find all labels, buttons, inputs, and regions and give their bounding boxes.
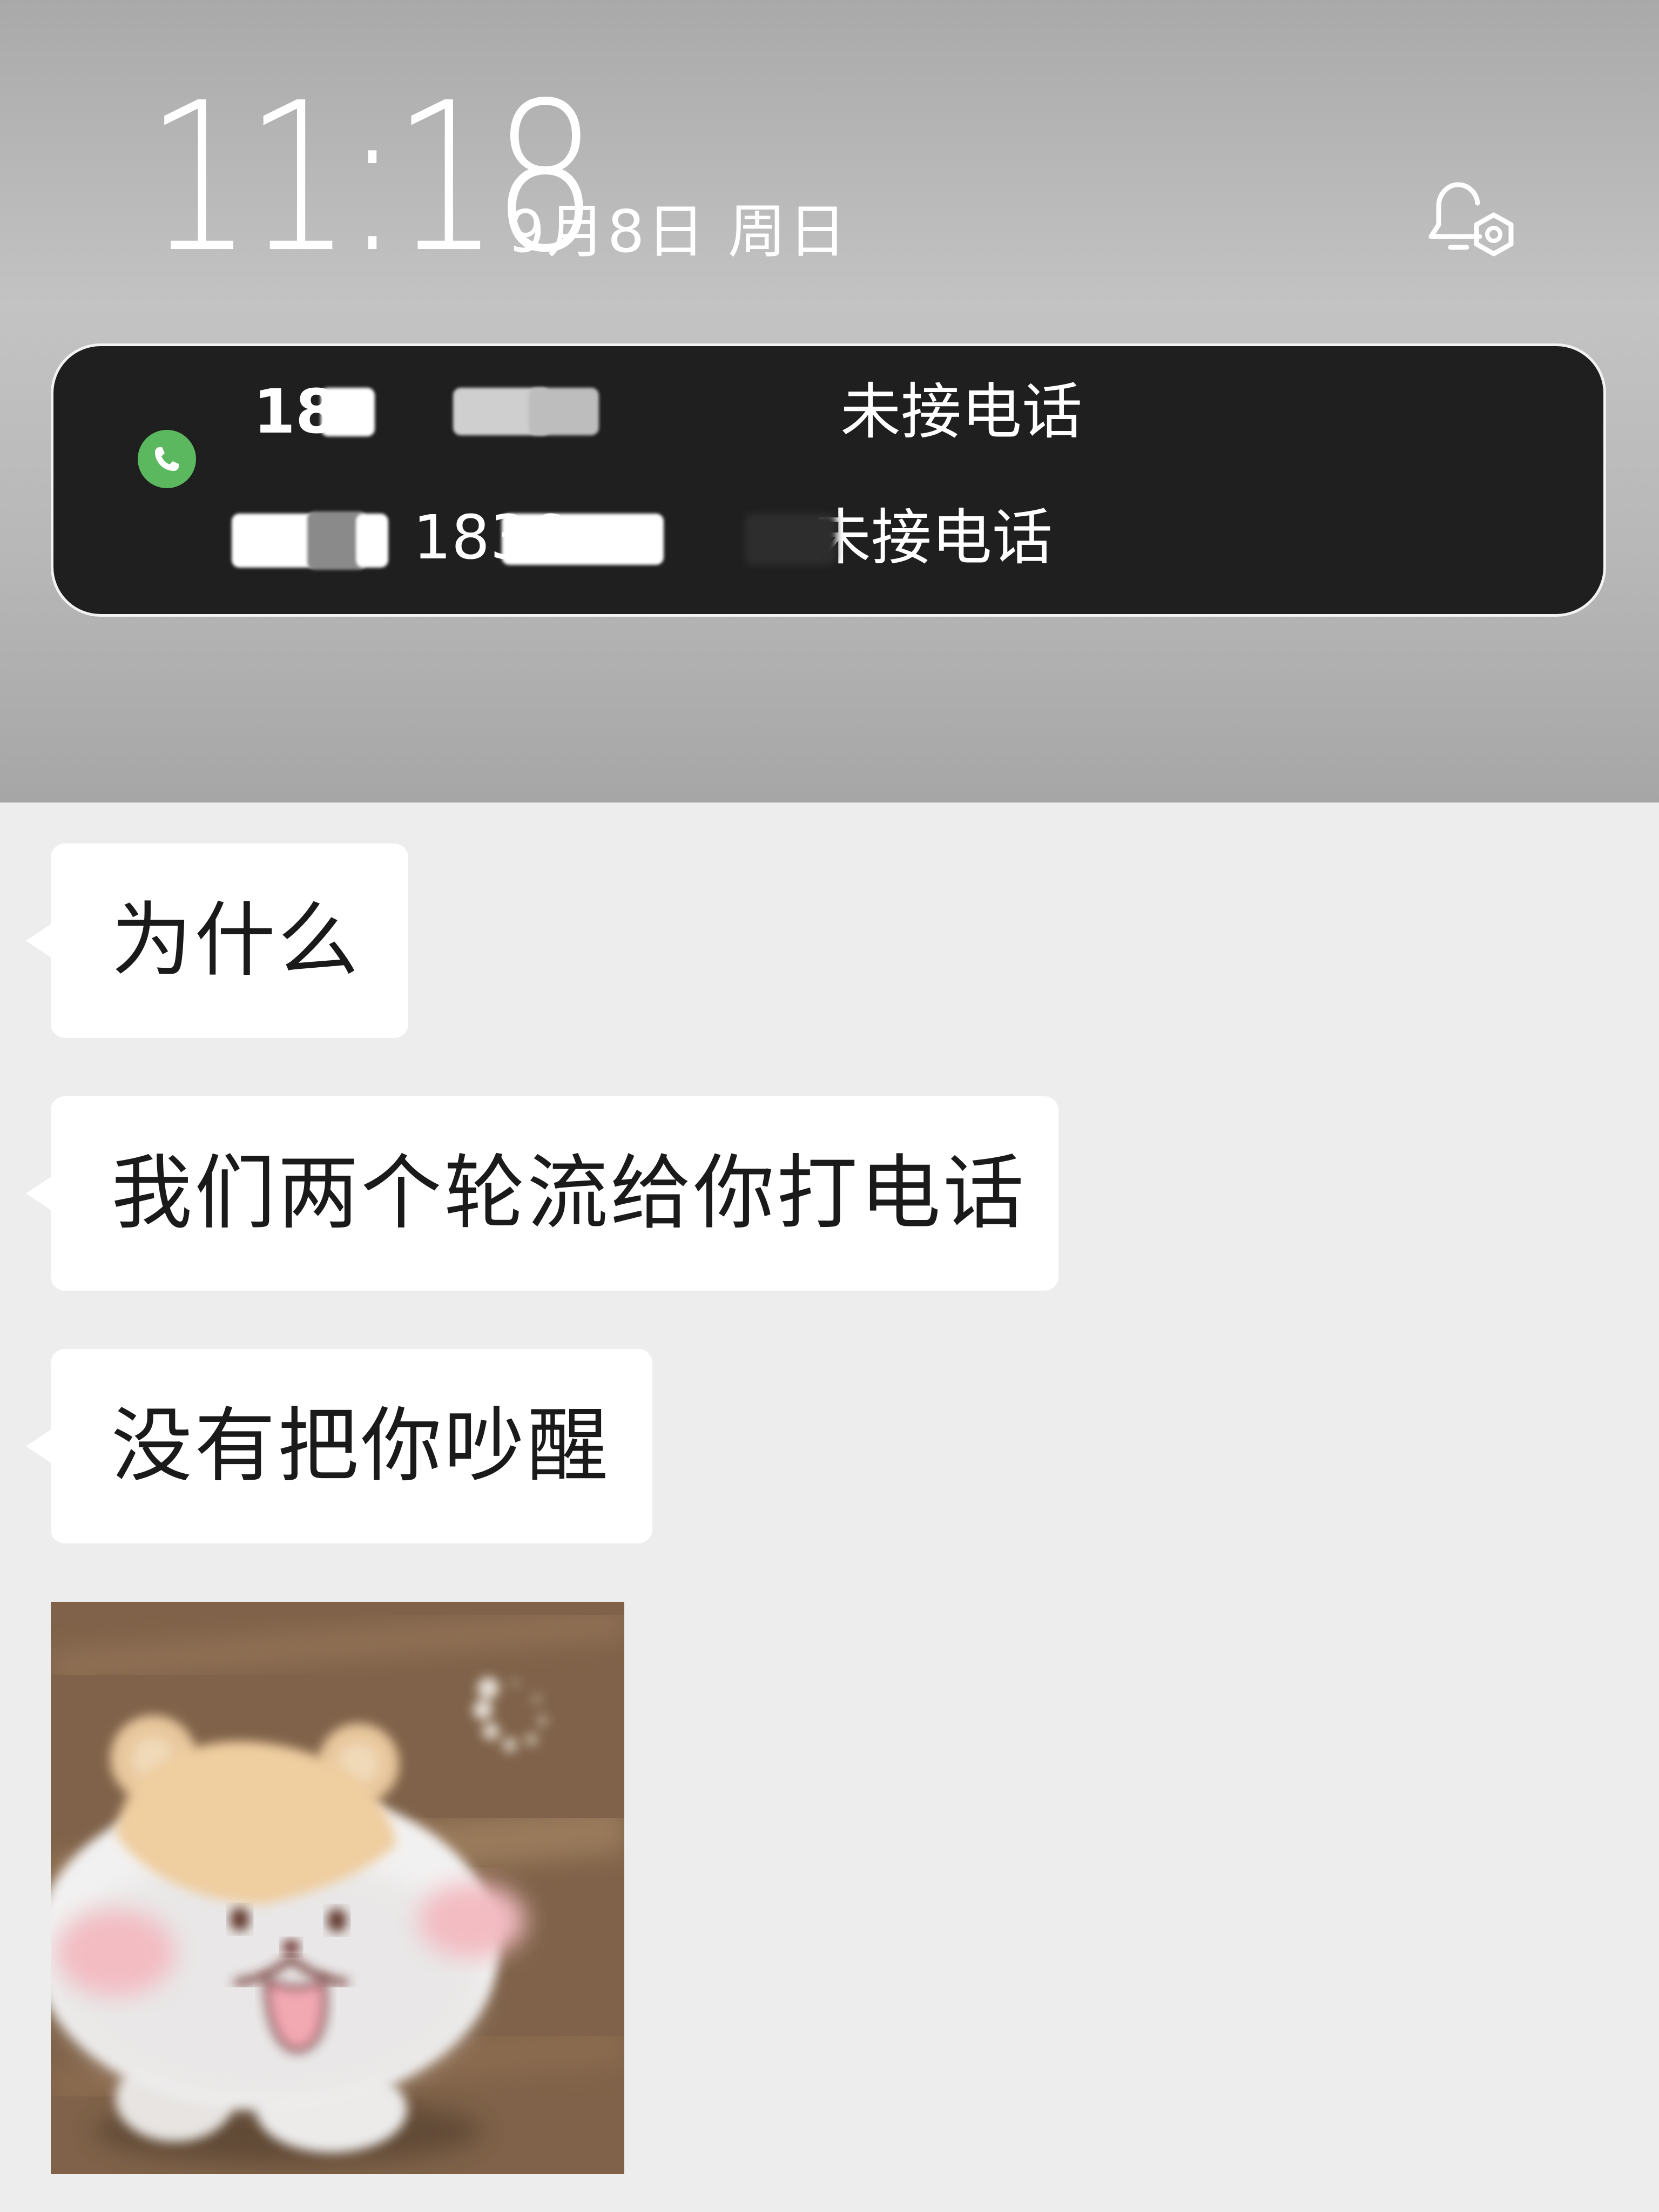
chat-message-bubble[interactable]: 为什么 [26, 844, 408, 1038]
redaction-block [321, 388, 375, 436]
redaction-block [502, 514, 664, 565]
chat-message-text: 我们两个轮流给你打电话 [111, 1147, 1027, 1240]
sticker-image[interactable] [51, 1602, 624, 2174]
call-status: 未接电话 [840, 377, 1083, 447]
chat-message-bubble[interactable]: 我们两个轮流给你打电话 [26, 1096, 1058, 1291]
call-status: 未接电话 [810, 503, 1053, 573]
notification-row: 1836 未接电话 [232, 503, 1053, 573]
chat-message-bubble[interactable]: 没有把你吵醒 [26, 1349, 652, 1543]
chat-message-text: 为什么 [111, 894, 361, 988]
bell-settings-icon[interactable] [1420, 173, 1523, 275]
notification-row: 18 未接电话 [253, 377, 1082, 447]
chat-message-text: 没有把你吵醒 [111, 1399, 611, 1493]
redaction-block [356, 514, 388, 568]
redaction-block [745, 514, 837, 565]
lock-screen-date: 9月8日 周日 [508, 198, 849, 266]
lock-screen-header: 11:18 9月8日 周日 18 未接电话 1836 未接电话 [0, 0, 1659, 802]
missed-call-notification[interactable]: 18 未接电话 1836 未接电话 [51, 343, 1606, 617]
redaction-block [232, 514, 318, 568]
redaction-block [529, 388, 599, 435]
phone-icon [138, 430, 196, 488]
hamster-sticker-illustration [51, 1602, 624, 2174]
